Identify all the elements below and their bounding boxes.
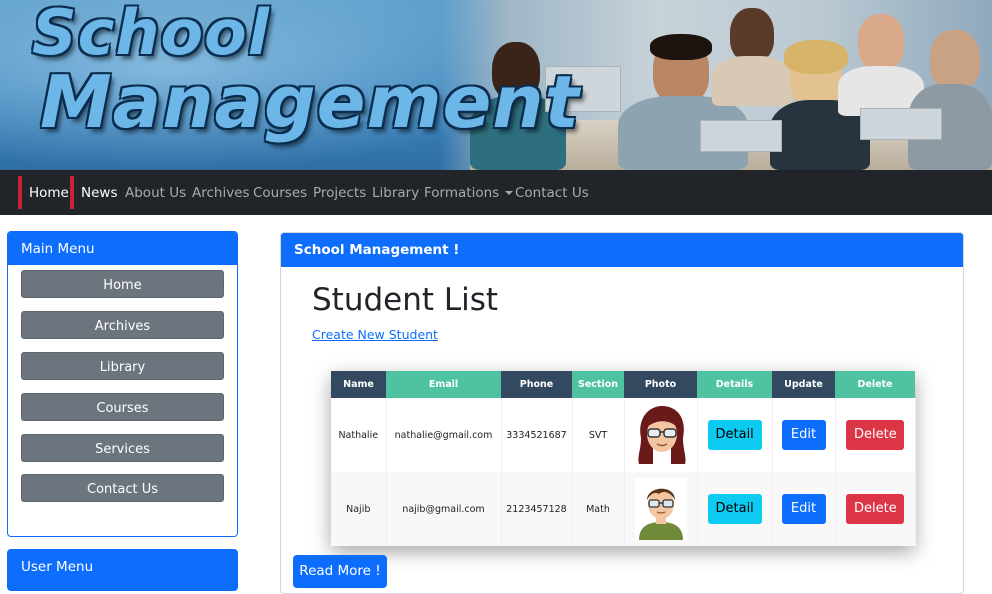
user-menu-title: User Menu (21, 559, 94, 575)
main-menu-card: Main Menu Home Archives Library Courses … (7, 231, 238, 537)
laptop (860, 108, 942, 140)
edit-button[interactable]: Edit (781, 494, 826, 524)
logo-line-2: Management (40, 60, 580, 144)
cell-name: Nathalie (331, 398, 387, 472)
nav-active-indicator (18, 176, 22, 209)
student-body (712, 56, 792, 106)
cell-phone: 3334521687 (501, 398, 573, 472)
delete-button[interactable]: Delete (846, 420, 904, 450)
student-hair (784, 40, 848, 74)
male-avatar-icon (634, 478, 687, 540)
cell-photo (624, 472, 698, 546)
col-header-delete: Delete (835, 371, 915, 398)
navbar: Home News About Us Archives Courses Proj… (0, 170, 992, 215)
table-header-row: Name Email Phone Section Photo Details U… (331, 371, 915, 398)
delete-button[interactable]: Delete (846, 494, 904, 524)
sidebar-button-archives[interactable]: Archives (21, 311, 224, 339)
cell-phone: 2123457128 (501, 472, 573, 546)
student-table: Name Email Phone Section Photo Details U… (331, 371, 916, 546)
detail-button[interactable]: Detail (707, 420, 762, 450)
read-more-button[interactable]: Read More ! (293, 555, 387, 588)
student-head (858, 14, 904, 70)
student-head (730, 8, 774, 62)
edit-button[interactable]: Edit (781, 420, 826, 450)
sidebar-button-library[interactable]: Library (21, 352, 224, 380)
col-header-section: Section (572, 371, 624, 398)
nav-item-formations-label: Formations (424, 185, 500, 201)
page-title: Student List (312, 282, 499, 318)
main-menu-title: Main Menu (8, 232, 237, 265)
col-header-details: Details (697, 371, 772, 398)
nav-item-projects[interactable]: Projects (313, 170, 366, 215)
main-card-title: School Management ! (281, 233, 963, 267)
caret-down-icon (505, 191, 514, 195)
student-hair (650, 34, 712, 60)
table-row: Nathalie nathalie@gmail.com 3334521687 S… (331, 398, 916, 472)
cell-update: Edit (772, 472, 836, 546)
laptop (700, 120, 782, 152)
col-header-update: Update (772, 371, 835, 398)
nav-item-courses[interactable]: Courses (253, 170, 307, 215)
col-header-phone: Phone (501, 371, 572, 398)
cell-section: SVT (572, 398, 625, 472)
cell-email: nathalie@gmail.com (386, 398, 502, 472)
cell-photo (624, 398, 698, 472)
cell-delete: Delete (835, 398, 916, 472)
female-avatar-icon (635, 404, 687, 466)
create-new-student-link[interactable]: Create New Student (312, 327, 438, 342)
cell-delete: Delete (835, 472, 916, 546)
nav-item-contact-us[interactable]: Contact Us (515, 170, 589, 215)
col-header-email: Email (386, 371, 501, 398)
nav-item-formations[interactable]: Formations (424, 170, 514, 215)
nav-item-home[interactable]: Home (29, 170, 69, 215)
nav-item-library[interactable]: Library (372, 170, 419, 215)
cell-details: Detail (697, 472, 773, 546)
nav-item-archives[interactable]: Archives (192, 170, 250, 215)
sidebar-button-courses[interactable]: Courses (21, 393, 224, 421)
student-head (930, 30, 980, 90)
user-menu-card: User Menu (7, 549, 238, 591)
cell-name: Najib (331, 472, 387, 546)
nav-active-indicator (70, 176, 74, 209)
col-header-name: Name (331, 371, 386, 398)
cell-email: najib@gmail.com (386, 472, 502, 546)
nav-item-about-us[interactable]: About Us (125, 170, 186, 215)
header-banner: School Management (0, 0, 992, 170)
cell-section: Math (572, 472, 625, 546)
logo-line-1: School (32, 0, 270, 69)
sidebar-button-home[interactable]: Home (21, 270, 224, 298)
table-row: Najib najib@gmail.com 2123457128 Math De… (331, 472, 916, 546)
sidebar-button-services[interactable]: Services (21, 434, 224, 462)
cell-details: Detail (697, 398, 773, 472)
col-header-photo: Photo (624, 371, 697, 398)
sidebar-button-contact-us[interactable]: Contact Us (21, 474, 224, 502)
cell-update: Edit (772, 398, 836, 472)
detail-button[interactable]: Detail (707, 494, 762, 524)
nav-item-news[interactable]: News (81, 170, 117, 215)
